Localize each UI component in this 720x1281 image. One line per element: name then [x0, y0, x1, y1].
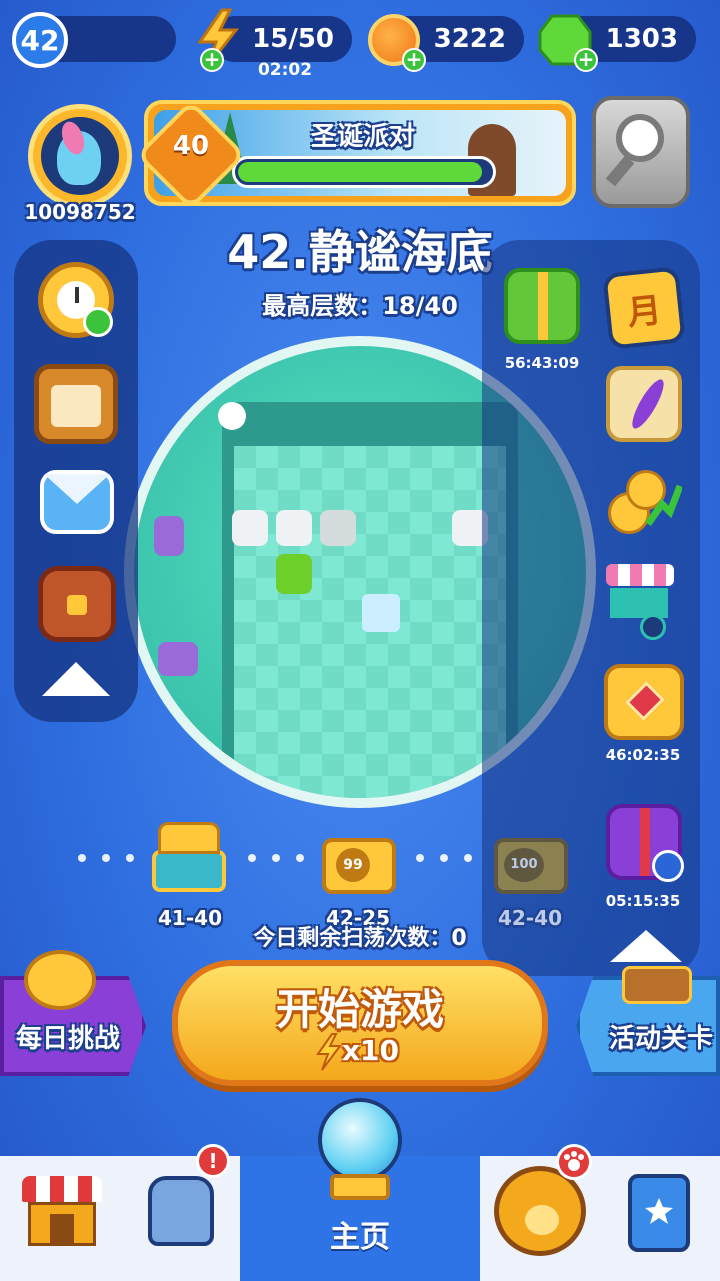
equipment-armor-icon[interactable]: [140, 1170, 222, 1252]
quest-scroll-feather-icon[interactable]: [606, 366, 682, 442]
pet-board-icon[interactable]: [34, 364, 118, 444]
reward-chest-gold[interactable]: 99: [322, 828, 396, 898]
ghost-block: [276, 510, 312, 546]
treasure-chest-icon[interactable]: [604, 664, 684, 740]
sweeps-remaining: 今日剩余扫荡次数：0: [253, 926, 467, 951]
shop-cart-icon[interactable]: [602, 564, 686, 640]
event-level: 40: [172, 131, 210, 161]
crossed-swords-icon: [24, 950, 96, 1010]
backpack-icon[interactable]: [38, 566, 116, 642]
player-id: 10098752: [24, 200, 136, 224]
start-cost: x10: [342, 1034, 400, 1067]
add-gems-plus-icon[interactable]: +: [574, 48, 598, 72]
event-progress-fill: [238, 162, 482, 182]
reward-badge-3: 100: [504, 848, 544, 882]
gems-value: 1303: [605, 24, 678, 54]
monthly-label: 月: [625, 289, 664, 334]
event-chest-icon: [622, 966, 692, 1004]
gift-timer: 56:43:09: [504, 354, 580, 372]
add-coins-plus-icon[interactable]: +: [402, 48, 426, 72]
chest-timer: 46:02:35: [605, 746, 681, 764]
lightning-icon: [316, 1033, 342, 1071]
gift-box-icon[interactable]: [606, 804, 684, 882]
gift-box-timer: 05:15:35: [605, 892, 681, 910]
ghost-block: [320, 510, 356, 546]
shop-icon[interactable]: [22, 1176, 102, 1248]
daily-challenge-label: 每日挑战: [15, 1024, 120, 1054]
crystal-ball-base: [330, 1174, 390, 1200]
avatar[interactable]: [28, 104, 132, 208]
coins-value: 3222: [433, 24, 506, 54]
gift-trophy-icon[interactable]: [504, 268, 580, 344]
energy-value: 15/50: [252, 24, 334, 54]
ghost-block: [232, 510, 268, 546]
equipment-alert-badge: !: [196, 1144, 230, 1178]
start-game-label: 开始游戏: [275, 985, 444, 1034]
reward-badge-2: 99: [336, 848, 370, 882]
best-floor: 最高层数：18/40: [262, 292, 458, 320]
card-collection-icon[interactable]: [628, 1174, 690, 1252]
player-level-pill[interactable]: 42: [12, 12, 176, 68]
pets-alert-badge: [556, 1144, 592, 1180]
event-title: 圣诞派对: [310, 122, 415, 152]
energy-timer: 02:02: [257, 60, 313, 80]
monthly-calendar-icon[interactable]: 月: [602, 266, 686, 350]
coin-growth-icon[interactable]: [606, 462, 682, 538]
reward-chest-open[interactable]: [152, 822, 226, 892]
crystal-ball-icon: [318, 1098, 402, 1182]
green-slime-block: [276, 554, 312, 594]
magnifier-button[interactable]: [592, 96, 690, 208]
reward-chest-locked[interactable]: 100: [494, 828, 568, 898]
add-energy-plus-icon[interactable]: +: [200, 48, 224, 72]
mail-icon[interactable]: [40, 470, 114, 534]
home-label: 主页: [330, 1220, 390, 1255]
ice-crystal-block: [362, 594, 400, 632]
collapse-up-icon[interactable]: [38, 656, 114, 710]
player-level: 42: [12, 12, 68, 68]
event-stage-label: 活动关卡: [608, 1024, 713, 1054]
start-game-button[interactable]: 开始游戏 x10: [172, 960, 548, 1086]
speed-up-stopwatch-icon[interactable]: [38, 262, 114, 338]
